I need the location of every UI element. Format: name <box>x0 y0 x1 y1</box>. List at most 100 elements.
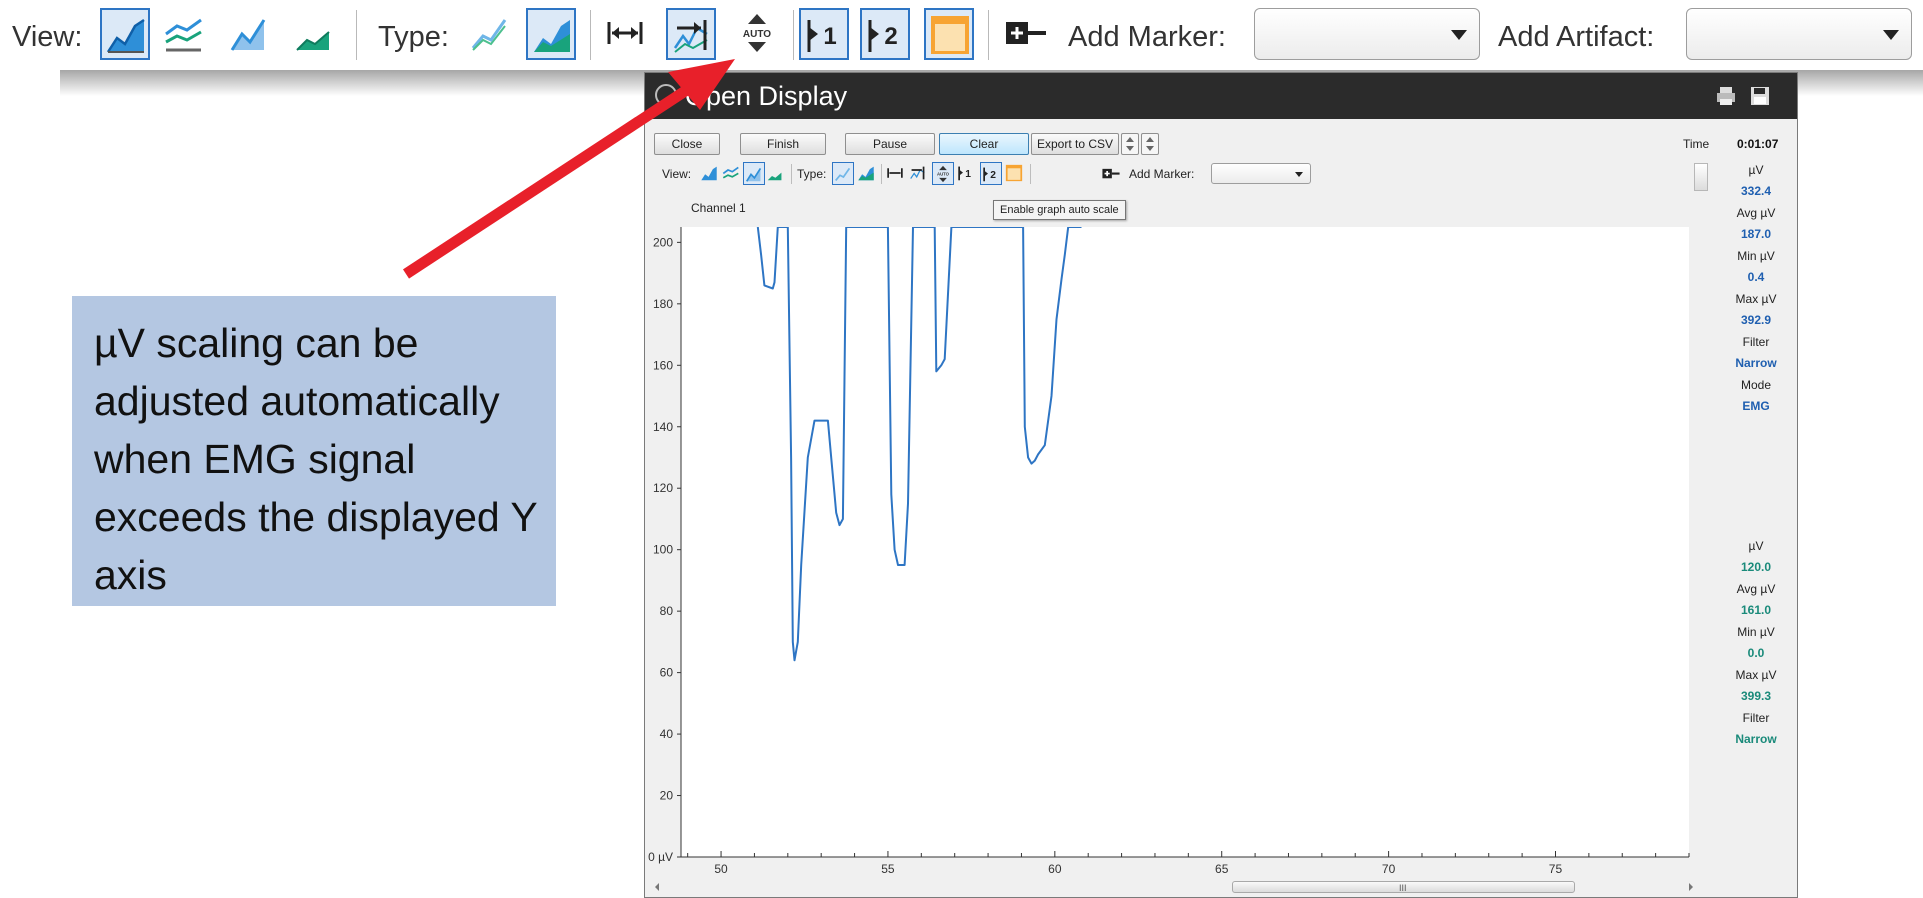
orange-panel-icon <box>1005 164 1023 182</box>
stats-panel: µV 332.4 Avg µV 187.0 Min µV 0.4 Max µV 392.9 Fi… <box>1717 135 1797 835</box>
mini-view-stacked-button[interactable] <box>721 162 743 185</box>
annotation-callout-text: µV scaling can be adjusted automatically… <box>94 320 537 598</box>
scroll-thumb[interactable]: III <box>1232 881 1575 893</box>
window-titlebar: Open Display <box>645 73 1797 119</box>
channel1-stat-value: 392.9 <box>1740 313 1772 327</box>
scale-down-spinner[interactable] <box>1121 133 1139 155</box>
add-marker-dropdown[interactable] <box>1254 8 1480 60</box>
view-teal-area-button[interactable] <box>290 8 340 60</box>
channel1-stat-value: Narrow <box>1735 356 1777 370</box>
toolbar-separator <box>988 10 989 60</box>
channel1-stat-value: 187.0 <box>1740 227 1772 241</box>
plot-area <box>681 227 1689 857</box>
marker-2-icon: 2 <box>983 167 996 182</box>
channel1-stat-label: µV <box>1748 163 1764 177</box>
mini-highlight-panel-button[interactable] <box>1004 162 1026 185</box>
pause-button[interactable]: Pause <box>845 133 935 155</box>
mini-view-filled-button[interactable] <box>699 162 721 185</box>
auto-scale-button[interactable]: AUTO <box>733 8 783 60</box>
mini-add-marker-dropdown[interactable] <box>1211 163 1311 184</box>
channel2-stat-label: Min µV <box>1737 625 1775 639</box>
export-csv-button[interactable]: Export to CSV <box>1031 133 1119 155</box>
marker-2-icon: 2 <box>868 20 898 52</box>
marker-1-text: 1 <box>823 23 836 50</box>
add-marker-icon <box>1006 22 1046 44</box>
channel2-stat-value: Narrow <box>1735 732 1777 746</box>
toolbar-separator <box>1030 164 1031 184</box>
channel2-stat-label: Avg µV <box>1736 582 1776 596</box>
dropdown-arrow-icon <box>1295 172 1303 177</box>
line-area-chart-icon <box>230 19 266 51</box>
mini-auto-scale-button[interactable]: AUTO <box>932 162 954 185</box>
x-tick-label: 55 <box>881 862 895 876</box>
toolbar-separator <box>791 164 792 184</box>
line-area-chart-icon <box>745 167 762 182</box>
y-tick-label: 20 <box>660 789 674 803</box>
mini-fit-width-button[interactable] <box>885 162 907 185</box>
view-label: View: <box>12 21 83 53</box>
marker-1-button[interactable]: 1 <box>799 8 849 60</box>
mini-view-label: View: <box>662 167 692 181</box>
mini-view-line-button[interactable] <box>743 162 765 185</box>
toolbar-separator <box>590 10 591 60</box>
mini-type-area-button[interactable] <box>856 162 878 185</box>
y-tick-label: 60 <box>660 666 674 680</box>
dropdown-arrow-icon <box>1451 30 1467 40</box>
scale-up-spinner[interactable] <box>1141 133 1159 155</box>
save-icon[interactable] <box>1749 85 1771 107</box>
view-stacked-lines-button[interactable] <box>160 8 210 60</box>
mini-view-teal-button[interactable] <box>765 162 787 185</box>
scroll-right-arrow-icon[interactable] <box>1689 883 1693 891</box>
y-tick-label: 160 <box>653 358 673 372</box>
print-icon[interactable] <box>1715 85 1737 107</box>
add-marker-label: Add Marker: <box>1068 21 1226 53</box>
fit-width-button[interactable] <box>603 8 647 60</box>
channel1-stat-value: 332.4 <box>1740 184 1772 198</box>
stats-scrollbar[interactable] <box>1694 163 1708 191</box>
small-area-chart-icon <box>296 31 330 51</box>
scroll-chart-icon <box>910 166 925 180</box>
channel2-stat-value: 120.0 <box>1740 560 1772 574</box>
add-artifact-label: Add Artifact: <box>1498 21 1655 53</box>
channel2-stat-label: Max µV <box>1735 668 1777 682</box>
mini-marker-2-button[interactable]: 2 <box>980 162 1002 185</box>
clear-button[interactable]: Clear <box>939 133 1029 155</box>
x-tick-label: 60 <box>1048 862 1062 876</box>
mini-marker-1-button[interactable]: 1 <box>956 162 978 185</box>
type-line-button[interactable] <box>466 8 516 60</box>
highlight-panel-button[interactable] <box>924 8 974 60</box>
add-artifact-dropdown[interactable] <box>1686 8 1912 60</box>
horizontal-scrollbar[interactable]: III <box>651 879 1697 895</box>
close-button[interactable]: Close <box>654 133 720 155</box>
stacked-lines-chart-icon <box>165 18 202 52</box>
emg-chart: 0 µV 20 40 60 80 100 120 140 160 180 200 50 55 60 65 70… <box>648 227 1690 876</box>
mini-marker-2-text: 2 <box>990 170 996 181</box>
mini-scroll-chart-button[interactable] <box>908 162 930 185</box>
scroll-left-arrow-icon[interactable] <box>655 883 659 891</box>
y-tick-label: 120 <box>653 481 673 495</box>
area-chart-icon <box>534 20 570 52</box>
toolbar-separator <box>881 164 882 184</box>
view-line-button[interactable] <box>225 8 275 60</box>
marker-1-icon: 1 <box>807 20 837 52</box>
marker-2-button[interactable]: 2 <box>860 8 910 60</box>
x-tick-label: 70 <box>1382 862 1396 876</box>
channel1-stat-label: Mode <box>1740 378 1772 392</box>
view-filled-area-button[interactable] <box>100 8 150 60</box>
x-tick-label: 50 <box>714 862 728 876</box>
finish-button[interactable]: Finish <box>740 133 826 155</box>
mini-type-label: Type: <box>797 167 827 181</box>
scroll-chart-button[interactable] <box>666 8 716 60</box>
channel1-stat-label: Max µV <box>1735 292 1777 306</box>
mini-auto-icon-text: AUTO <box>937 172 950 177</box>
mini-add-marker-icon <box>1102 168 1120 179</box>
line-chart-icon <box>835 167 851 181</box>
y-tick-label: 0 µV <box>648 850 673 864</box>
y-tick-label: 200 <box>653 235 673 249</box>
mini-type-line-button[interactable] <box>832 162 854 185</box>
mini-marker-1-text: 1 <box>965 169 971 180</box>
channel1-stat-value: EMG <box>1742 399 1770 413</box>
type-area-button[interactable] <box>526 8 576 60</box>
type-label: Type: <box>378 21 449 53</box>
window-title: Open Display <box>685 81 848 111</box>
